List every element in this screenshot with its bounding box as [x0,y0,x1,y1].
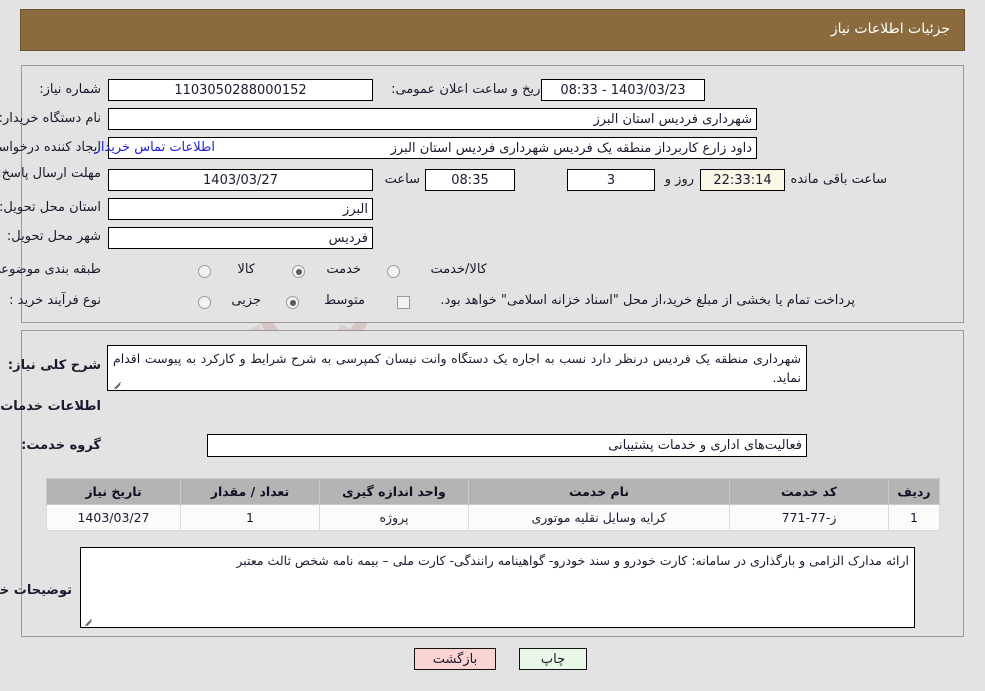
province-label: استان محل تحویل: [0,200,101,215]
cell-quantity: 1 [180,504,320,531]
col-header-unit: واحد اندازه گیری [319,478,469,505]
announcement-date-value: 1403/03/23 - 08:33 [541,79,705,101]
service-group-value: فعالیت‌های اداری و خدمات پشتیبانی [207,434,807,457]
deadline-time-value: 08:35 [425,169,515,191]
deadline-time-label: ساعت [384,172,420,187]
buyer-organization-label: نام دستگاه خریدار: [0,111,101,126]
general-description-value: شهرداری منطقه یک فردیس درنظر دارد نسب به… [107,345,807,391]
col-header-service-code: کد خدمت [729,478,889,505]
buyer-notes-resize-handle[interactable] [83,615,93,625]
services-section-title: اطلاعات خدمات مورد نیاز [0,399,101,414]
cell-service-name: کرایه وسایل نقلیه موتوری [468,504,730,531]
city-label: شهر محل تحویل: [6,229,101,244]
services-table: ردیف کد خدمت نام خدمت واحد اندازه گیری ت… [46,478,940,531]
days-and-label: روز و [664,172,694,187]
back-button[interactable]: بازگشت [414,648,496,670]
col-header-row-no: ردیف [888,478,940,505]
table-row: 1 ز-77-771 کرایه وسایل نقلیه موتوری پروژ… [46,504,940,531]
city-value: فردیس [108,227,373,249]
deadline-label-line1: مهلت ارسال پاسخ: تا تاریخ: [0,166,101,181]
remaining-days-value: 3 [567,169,655,191]
process-label: نوع فرآیند خرید : [9,293,101,308]
category-option-kala-khedmat-label: کالا/خدمت [430,262,487,277]
remaining-time-countdown: 22:33:14 [700,169,785,191]
category-label: طبقه بندی موضوعی: [0,262,101,277]
table-header-row: ردیف کد خدمت نام خدمت واحد اندازه گیری ت… [46,478,940,505]
category-option-khedmat-label: خدمت [326,262,361,277]
col-header-service-name: نام خدمت [468,478,730,505]
need-info-panel [21,65,964,323]
process-option-jozii-label: جزیی [231,293,261,308]
treasury-docs-label: پرداخت تمام یا بخشی از مبلغ خرید،از محل … [440,293,855,308]
service-group-label: گروه خدمت: [21,438,101,453]
need-number-value: 1103050288000152 [108,79,373,101]
page-title: جزئیات اطلاعات نیاز [830,21,950,37]
cell-unit: پروژه [319,504,469,531]
deadline-date-value: 1403/03/27 [108,169,373,191]
category-radio-kala-khedmat[interactable] [387,265,400,278]
buyer-organization-value: شهرداری فردیس استان البرز [108,108,757,130]
cell-need-date: 1403/03/27 [46,504,181,531]
page-header-bar: جزئیات اطلاعات نیاز [20,9,965,51]
treasury-docs-checkbox[interactable] [397,296,410,309]
process-option-motavaset-label: متوسط [324,293,365,308]
col-header-need-date: تاریخ نیاز [46,478,181,505]
category-option-kala-label: کالا [237,262,255,277]
buyer-contact-link[interactable]: اطلاعات تماس خریدار [95,140,215,155]
requester-label: ایجاد کننده درخواست: [0,140,101,155]
print-button[interactable]: چاپ [519,648,587,670]
province-value: البرز [108,198,373,220]
page-root: AriaTender .net جزئیات اطلاعات نیاز شمار… [0,0,985,691]
cell-service-code: ز-77-771 [729,504,889,531]
need-number-label: شماره نیاز: [39,82,101,97]
buyer-notes-label: توضیحات خریدار: [0,583,72,598]
col-header-quantity: تعداد / مقدار [180,478,320,505]
process-radio-motavaset[interactable] [286,296,299,309]
category-radio-khedmat[interactable] [292,265,305,278]
process-radio-jozii[interactable] [198,296,211,309]
category-radio-kala[interactable] [198,265,211,278]
remaining-time-suffix: ساعت باقی مانده [790,172,887,187]
cell-row-no: 1 [888,504,940,531]
buyer-notes-value: ارائه مدارک الزامی و بارگذاری در سامانه:… [80,547,915,628]
general-description-resize-handle[interactable] [112,378,122,388]
general-description-label: شرح کلی نیاز: [7,358,101,373]
announcement-date-label: تاریخ و ساعت اعلان عمومی: [391,82,548,97]
